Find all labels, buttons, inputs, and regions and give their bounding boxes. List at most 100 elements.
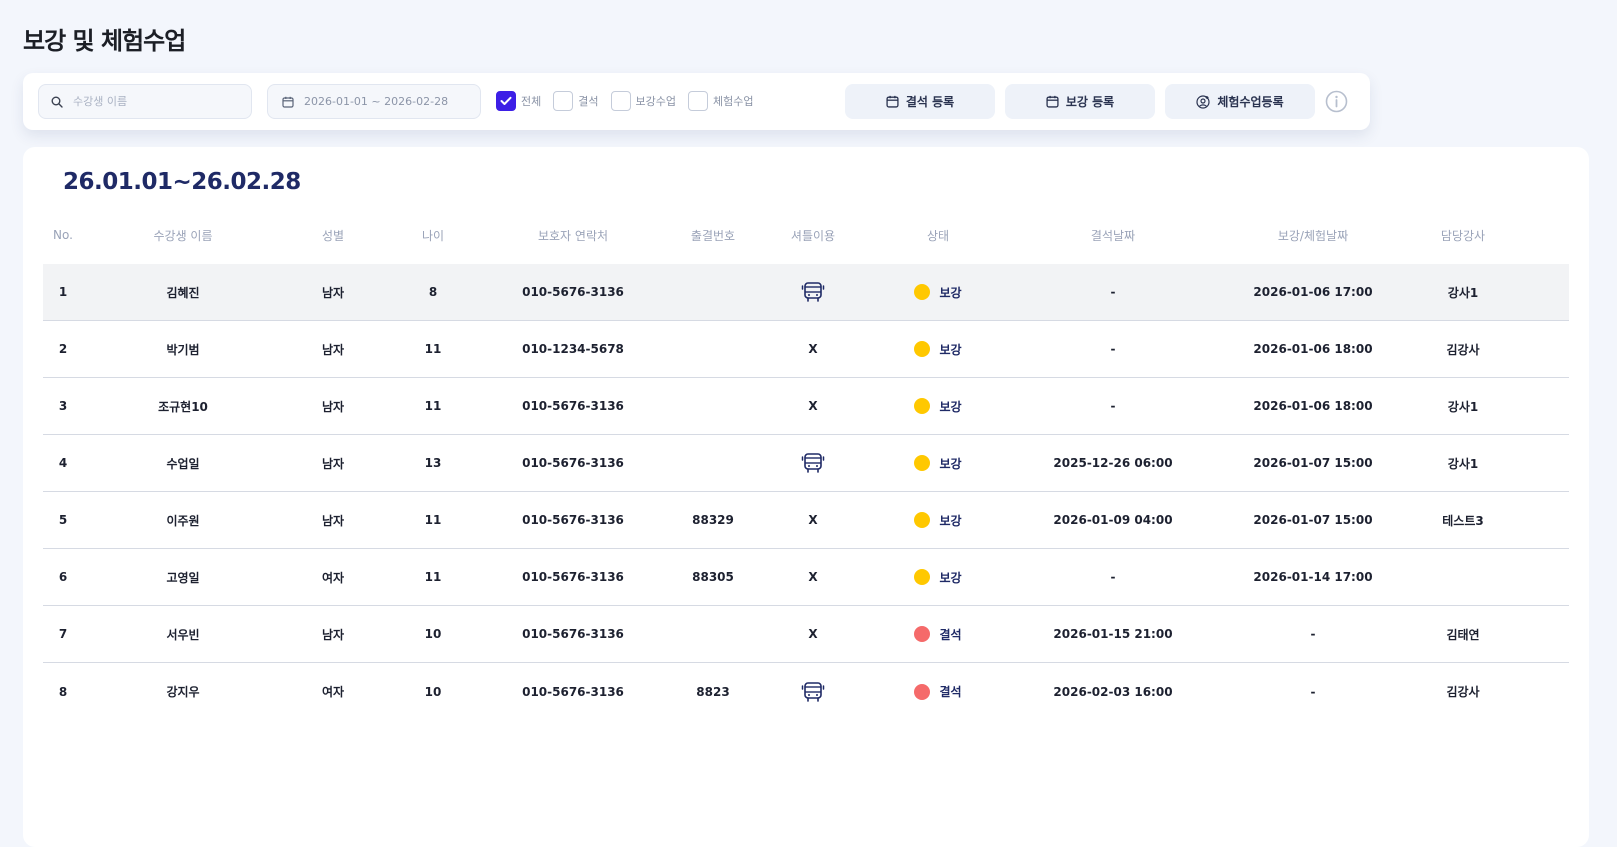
status-badge: 결석: [914, 626, 962, 643]
age-cell: 10: [424, 684, 442, 699]
filter-absence-checkbox[interactable]: [553, 91, 574, 111]
column-header: 출결번호: [690, 228, 736, 243]
shuttle-cell: X: [808, 570, 818, 584]
student-name-cell: 강지우: [166, 685, 200, 699]
makeup-date-cell: 2026-01-06 18:00: [1253, 342, 1373, 356]
search-input[interactable]: [73, 95, 243, 108]
status-filters: 전체 결석 보강수업 체험수업: [496, 91, 765, 111]
status-dot: [914, 284, 931, 300]
status-label: 보강: [939, 342, 962, 357]
register-trial-label: 체험수업등록: [1217, 95, 1284, 109]
filter-trial[interactable]: 체험수업: [687, 91, 753, 111]
calendar-icon: [886, 95, 899, 108]
status-dot: [914, 626, 931, 642]
status-cell: 보강: [863, 284, 1013, 301]
teacher-cell: 강사1: [1447, 285, 1479, 300]
makeup-date-cell: 2026-01-07 15:00: [1253, 456, 1373, 470]
table-row[interactable]: 5 이주원 남자 11 010-5676-3136 88329 X 보강 2026-01-09 …: [43, 492, 1569, 549]
date-range-value: 2026-01-01 ~ 2026-02-28: [304, 95, 449, 108]
status-badge: 보강: [914, 398, 962, 415]
guardian-phone-cell: 010-5676-3136: [522, 684, 624, 699]
age-cell: 11: [424, 570, 442, 584]
table-row[interactable]: 3 조규현10 남자 11 010-5676-3136 X 보강 - 2026-01-06 18…: [43, 378, 1569, 435]
gender-cell: 여자: [321, 685, 345, 699]
page-title: 보강 및 체험수업: [23, 27, 186, 55]
search-icon: [51, 96, 63, 108]
status-cell: 보강: [863, 398, 1013, 415]
column-header: 결석날짜: [1090, 228, 1136, 243]
gender-cell: 여자: [321, 570, 345, 585]
status-label: 보강: [939, 513, 962, 528]
filter-makeup[interactable]: 보강수업: [610, 91, 676, 111]
age-cell: 8: [428, 285, 438, 299]
row-number-cell: 1: [58, 285, 68, 299]
column-header: 담당강사: [1440, 228, 1486, 243]
guardian-phone-cell: 010-5676-3136: [522, 399, 624, 413]
guardian-phone-cell: 010-5676-3136: [522, 627, 624, 641]
filter-makeup-label: 보강수업: [635, 95, 676, 108]
column-header: 수강생 이름: [153, 228, 213, 243]
search-box[interactable]: [38, 84, 252, 119]
makeup-date-cell: 2026-01-06 18:00: [1253, 399, 1373, 413]
status-dot: [914, 455, 931, 471]
filter-all[interactable]: 전체: [496, 91, 541, 111]
register-absence-button[interactable]: 결석 등록: [845, 84, 995, 119]
status-label: 결석: [939, 685, 962, 699]
filter-all-label: 전체: [521, 95, 542, 108]
absence-date-cell: -: [1110, 342, 1116, 356]
student-name-cell: 이주원: [166, 513, 200, 528]
status-badge: 보강: [914, 284, 962, 301]
user-add-icon: [1196, 94, 1210, 109]
register-absence-label: 결석 등록: [905, 95, 955, 109]
info-icon[interactable]: [1325, 90, 1348, 113]
table-row[interactable]: 8 강지우 여자 10 010-5676-3136 8823 결석 2026-02-03 16…: [43, 663, 1569, 720]
status-label: 보강: [939, 570, 962, 585]
shuttle-cell: X: [808, 399, 818, 413]
column-header: 보강/체험날짜: [1277, 228, 1349, 243]
status-cell: 보강: [863, 569, 1013, 586]
makeup-date-cell: -: [1310, 684, 1316, 699]
filter-trial-checkbox[interactable]: [687, 91, 708, 111]
student-name-cell: 수업일: [166, 456, 200, 471]
calendar-icon: [282, 96, 294, 108]
register-trial-button[interactable]: 체험수업등록: [1165, 84, 1315, 119]
table-row[interactable]: 6 고영일 여자 11 010-5676-3136 88305 X 보강 - 2026-01-14…: [43, 549, 1569, 606]
column-header: 나이: [421, 228, 445, 243]
filter-makeup-checkbox[interactable]: [610, 91, 631, 111]
absence-date-cell: 2026-02-03 16:00: [1053, 684, 1173, 699]
column-header: 셔틀이용: [790, 228, 836, 243]
date-range-picker[interactable]: 2026-01-01 ~ 2026-02-28: [267, 84, 481, 119]
status-dot: [914, 683, 931, 700]
age-cell: 10: [424, 627, 442, 641]
status-cell: 보강: [863, 341, 1013, 358]
column-header: 상태: [926, 228, 950, 243]
status-badge: 보강: [914, 455, 962, 472]
status-cell: 보강: [863, 512, 1013, 529]
row-number-cell: 2: [58, 342, 68, 356]
gender-cell: 남자: [321, 342, 345, 357]
table-row[interactable]: 4 수업일 남자 13 010-5676-3136 보강 2025-12-26 06:00 2…: [43, 435, 1569, 492]
teacher-cell: 김강사: [1446, 342, 1480, 357]
schedule-table: No. 수강생 이름 성별 나이 보호자 연락처 출결번호 셔틀이용 상태 결석…: [43, 215, 1569, 720]
status-badge: 보강: [914, 341, 962, 358]
absence-date-cell: 2026-01-15 21:00: [1053, 627, 1173, 641]
status-label: 보강: [939, 399, 962, 414]
table-row[interactable]: 7 서우빈 남자 10 010-5676-3136 X 결석 2026-01-15 21:00…: [43, 606, 1569, 663]
table-row[interactable]: 1 김혜진 남자 8 010-5676-3136 보강 - 2026-01-06 17:00 강…: [43, 264, 1569, 321]
shuttle-cell: [763, 681, 863, 703]
attendance-number-cell: 8823: [696, 684, 730, 699]
table-body: 1 김혜진 남자 8 010-5676-3136 보강 -2026-01-06 17:00 강…: [43, 264, 1569, 720]
table-row[interactable]: 2 박기범 남자 11 010-1234-5678 X 보강 - 2026-01-06 18:0…: [43, 321, 1569, 378]
filter-absence[interactable]: 결석: [553, 91, 599, 111]
makeup-date-cell: 2026-01-06 17:00: [1253, 285, 1373, 299]
guardian-phone-cell: 010-5676-3136: [522, 285, 624, 299]
register-makeup-button[interactable]: 보강 등록: [1005, 84, 1155, 119]
filter-all-checkbox[interactable]: [496, 91, 516, 111]
teacher-cell: 강사1: [1447, 456, 1479, 471]
gender-cell: 남자: [321, 627, 345, 642]
row-number-cell: 5: [58, 513, 68, 527]
age-cell: 13: [424, 456, 442, 470]
shuttle-cell: [763, 452, 863, 474]
teacher-cell: 김강사: [1446, 685, 1480, 699]
status-dot: [914, 341, 931, 357]
